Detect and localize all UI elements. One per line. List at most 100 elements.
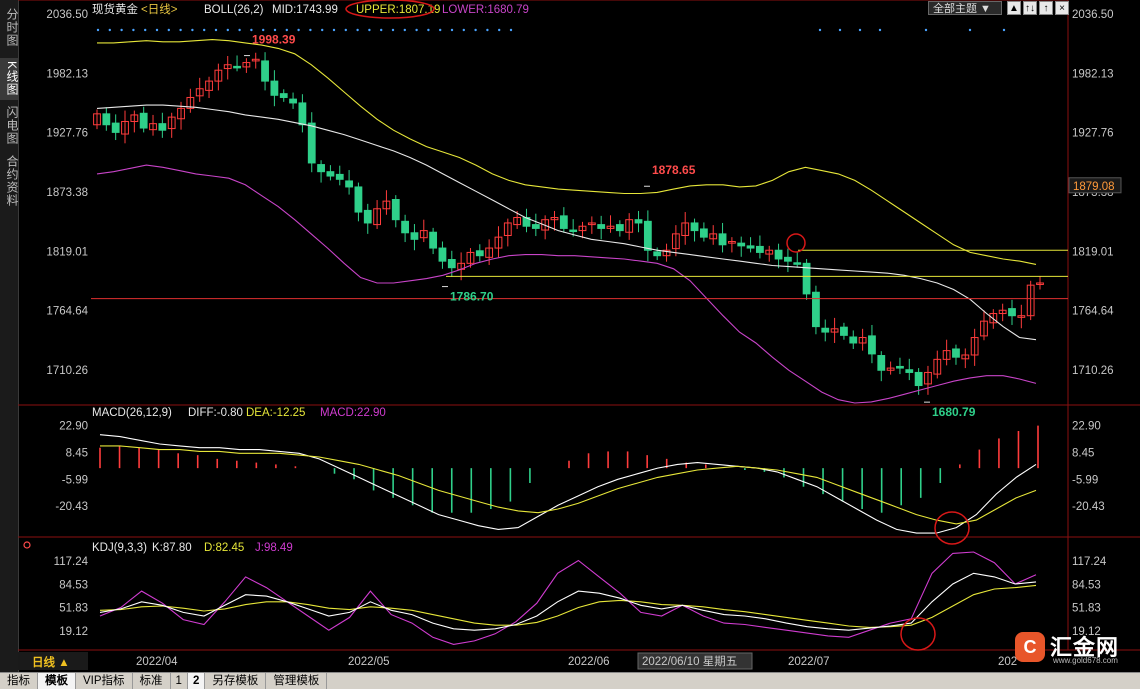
candle-down (849, 336, 858, 344)
signal-dot (132, 28, 135, 32)
candle-down (821, 327, 830, 333)
candle-down (756, 245, 764, 253)
signal-dot (250, 28, 253, 32)
toolbar-item-1[interactable]: 指标 (0, 673, 38, 689)
signal-dot (415, 28, 418, 32)
price-axis-left-label: 1982.13 (46, 68, 88, 80)
candle-down (139, 112, 148, 129)
theme-dropdown-label: 全部主题 (933, 3, 977, 15)
kdj-axis-left-label: 117.24 (54, 556, 89, 568)
toolbar-item-7[interactable]: 另存模板 (205, 673, 267, 689)
price-axis-left-label: 1710.26 (46, 365, 88, 377)
candle-down (793, 262, 802, 265)
date-label: 2022/04 (136, 656, 178, 668)
date-label: 2022/07 (788, 656, 830, 668)
price-axis-right-label: 2036.50 (1072, 9, 1114, 21)
kdj-j-label: J:98.49 (255, 542, 293, 554)
signal-dot (462, 28, 465, 32)
signal-dot (120, 28, 123, 32)
macd-axis-left-label: 8.45 (66, 447, 88, 459)
signal-dot (474, 28, 477, 32)
date-label: 2022/05 (348, 656, 390, 668)
candle-down (812, 291, 820, 328)
kdj-d-label: D:82.45 (204, 542, 244, 554)
period-button[interactable]: 日线 ▲ (32, 655, 70, 669)
price-axis-left-label: 1819.01 (46, 246, 88, 258)
candle-down (952, 348, 960, 358)
price-marker-high: 1878.65 (652, 163, 696, 177)
signal-dot (838, 28, 842, 32)
period-tag: <日线> (141, 2, 178, 16)
candle-down (653, 251, 662, 257)
signal-dot (427, 28, 430, 32)
signal-dot (214, 28, 218, 32)
side-tab-bar: 分时图 K线图闪电图合约资料 (0, 0, 19, 672)
candle-down (317, 164, 325, 173)
boll-lower-label: LOWER:1680.79 (442, 4, 529, 16)
toolbar-item-4[interactable]: 标准 (133, 673, 171, 689)
kdj-title: KDJ(9,3,3) (92, 542, 147, 554)
signal-dot (273, 28, 277, 32)
toolbar-item-2[interactable]: 模板 (38, 673, 76, 689)
sidebar-tab-2[interactable]: K线图 (0, 58, 19, 100)
toolbar-item-3[interactable]: VIP指标 (76, 673, 133, 689)
chart-area[interactable]: 2036.50 2036.50 1982.13 1982.13 1927.76 1927.… (18, 0, 1140, 672)
candle-down (270, 80, 279, 96)
signal-dot (167, 28, 170, 32)
toolbar-item-6[interactable]: 2 (187, 673, 206, 689)
theme-dropdown[interactable]: 全部主题 ▼ (928, 1, 1002, 15)
candle-down (326, 171, 335, 177)
candle-down (345, 180, 353, 188)
window-button-1[interactable]: ▲ (1007, 1, 1021, 15)
bottom-toolbar: 指标 模板 VIP指标 标准 1 2 另存模板 管理模板 (0, 672, 1140, 689)
signal-dot (344, 28, 347, 32)
sidebar-tab-1[interactable]: 分时图 (0, 4, 19, 50)
candle-down (718, 233, 727, 246)
signal-dot (144, 28, 147, 32)
toolbar-item-5[interactable]: 1 (171, 673, 188, 689)
date-highlight-label: 2022/06/10 星期五 (642, 655, 737, 668)
price-marker-low: 1786.70 (450, 290, 494, 304)
close-button[interactable]: × (1055, 1, 1069, 15)
sidebar-tab-3[interactable]: 闪电图 (0, 104, 19, 146)
signal-dot (238, 28, 241, 32)
candle-down (261, 60, 269, 82)
candle-down (905, 369, 914, 373)
candle-down (877, 355, 886, 371)
macd-title: MACD(26,12,9) (92, 407, 172, 419)
kdj-j-line (99, 551, 1037, 645)
brand-logo: C 汇金网 www.gold678.com (1015, 628, 1133, 668)
candle-down (354, 186, 363, 213)
candle-down (737, 242, 746, 247)
candle-down (279, 93, 288, 98)
candle-down (410, 232, 419, 240)
signal-dot (380, 28, 383, 32)
window-button-2[interactable]: ↑↓ (1023, 1, 1037, 15)
macd-dea-label: DEA:-12.25 (246, 407, 305, 419)
macd-axis-left-label: -20.43 (55, 501, 88, 513)
price-axis-left-label: 1927.76 (46, 128, 88, 140)
boll-params: BOLL(26,2) (204, 4, 264, 16)
kdj-axis-left-label: 51.83 (59, 603, 88, 615)
macd-dea-line (100, 445, 1037, 525)
kdj-settings-icon[interactable] (23, 541, 31, 549)
candle-down (774, 249, 783, 260)
signal-dot (450, 28, 454, 32)
sidebar-tab-4[interactable]: 合约资料 (0, 150, 19, 212)
candle-down (690, 222, 699, 232)
toolbar-item-8[interactable]: 管理模板 (266, 673, 328, 689)
candle-down (569, 229, 578, 233)
macd-axis-right-label: -5.99 (1072, 474, 1098, 486)
kdj-axis-left-label: 19.12 (59, 626, 88, 638)
signal-dot (1002, 28, 1006, 32)
window-button-3[interactable]: ↑ (1039, 1, 1053, 15)
signal-dot (285, 28, 288, 32)
boll-lower-line (96, 164, 1037, 404)
macd-axis-right-label: 22.90 (1072, 421, 1101, 433)
annotation-circle-main (786, 233, 806, 253)
signal-dot (155, 28, 159, 32)
candle-down (401, 220, 410, 234)
macd-value-label: MACD:22.90 (320, 407, 386, 419)
kdj-d-line (99, 584, 1037, 628)
candle-down (840, 326, 848, 336)
